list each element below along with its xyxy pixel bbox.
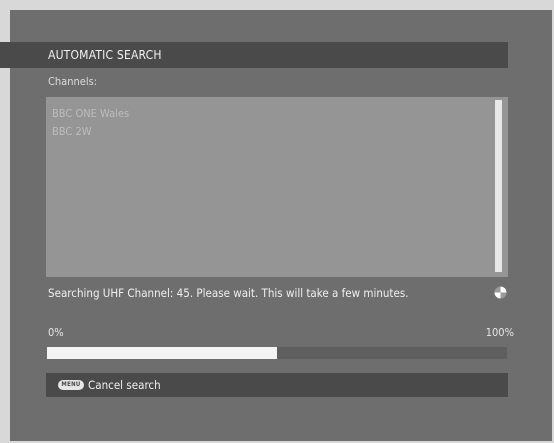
page-title: AUTOMATIC SEARCH — [48, 48, 162, 62]
channel-list-item[interactable]: BBC ONE Wales — [52, 107, 129, 120]
search-progress-bar — [47, 347, 507, 359]
spinner-icon — [494, 286, 507, 299]
channel-list[interactable] — [46, 97, 492, 277]
channels-label: Channels: — [48, 75, 98, 88]
menu-key-icon[interactable]: MENU — [58, 380, 84, 390]
channel-list-item[interactable]: BBC 2W — [52, 125, 92, 138]
search-progress-fill — [47, 347, 277, 359]
progress-end-label: 100% — [485, 326, 514, 339]
channel-list-scroll-thumb[interactable] — [495, 100, 502, 272]
cancel-search-button[interactable]: Cancel search — [88, 378, 161, 392]
progress-start-label: 0% — [48, 326, 64, 339]
search-status-text: Searching UHF Channel: 45. Please wait. … — [48, 286, 409, 300]
